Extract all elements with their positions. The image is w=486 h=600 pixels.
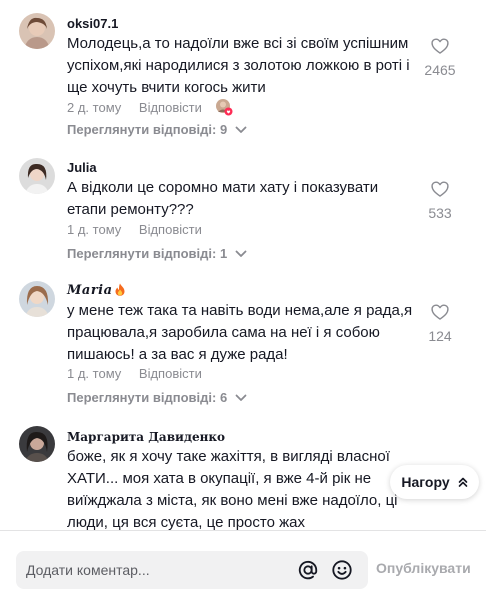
- smile-emoji-icon[interactable]: [331, 559, 353, 581]
- chevron-down-icon: [235, 246, 247, 257]
- comment-item: Julia А відколи це соромно мати хату і п…: [0, 150, 486, 268]
- comment-time: 1 д. тому: [67, 366, 122, 381]
- reply-button[interactable]: Відповісти: [139, 366, 202, 381]
- view-replies-label: Переглянути відповіді: 9: [67, 122, 228, 137]
- comment-text: Молодець,а то надоїли вже всі зі своїм у…: [67, 35, 410, 96]
- reply-button[interactable]: Відповісти: [139, 100, 202, 115]
- comment-username-text: 𝑴𝒂𝒓𝒊𝒂: [67, 283, 113, 298]
- avatar[interactable]: [19, 13, 55, 49]
- avatar[interactable]: [19, 281, 55, 317]
- comment-username[interactable]: oksi07.1: [67, 16, 118, 31]
- comment-text: А відколи це соромно мати хату і показув…: [67, 179, 379, 218]
- view-replies-label: Переглянути відповіді: 6: [67, 390, 228, 405]
- like-count: 124: [428, 328, 452, 344]
- comment-item: 𝑴𝒂𝒓𝒊𝒂 у мене теж така та навіть води нем…: [0, 268, 486, 416]
- post-button[interactable]: Опублікувати: [376, 560, 471, 576]
- comment-item: oksi07.1 Молодець,а то надоїли вже всі з…: [0, 0, 486, 150]
- comment-username[interactable]: Маргарита Давиденко: [67, 430, 225, 444]
- chevron-down-icon: [235, 390, 247, 401]
- heart-icon[interactable]: [430, 179, 450, 199]
- comment-text: у мене теж така та навіть води нема,але …: [67, 302, 413, 363]
- like-block: 2465: [414, 36, 466, 78]
- at-sign-icon[interactable]: [297, 559, 319, 581]
- view-replies-label: Переглянути відповіді: 1: [67, 246, 228, 261]
- comment-username[interactable]: 𝑴𝒂𝒓𝒊𝒂: [67, 283, 126, 298]
- avatar[interactable]: [19, 426, 55, 462]
- like-count: 533: [428, 205, 452, 221]
- comment-meta: 2 д. тому Відповісти: [67, 98, 233, 116]
- like-count: 2465: [424, 62, 456, 78]
- creator-liked-icon: [215, 98, 233, 116]
- avatar[interactable]: [19, 158, 55, 194]
- view-replies-button[interactable]: Переглянути відповіді: 6: [67, 390, 247, 405]
- view-replies-button[interactable]: Переглянути відповіді: 1: [67, 246, 247, 261]
- back-to-top-button[interactable]: Нагору: [390, 465, 479, 499]
- comment-username[interactable]: Julia: [67, 160, 97, 175]
- comment-meta: 1 д. тому Відповісти: [67, 366, 202, 381]
- comment-input[interactable]: [26, 551, 286, 589]
- comment-input-box[interactable]: [16, 551, 368, 589]
- heart-icon[interactable]: [430, 302, 450, 322]
- comment-time: 2 д. тому: [67, 100, 122, 115]
- comment-composer: Опублікувати: [0, 530, 486, 600]
- like-block: 124: [414, 302, 466, 344]
- comment-text: боже, як я хочу таке жахіття, в вигляді …: [67, 448, 398, 530]
- back-to-top-label: Нагору: [401, 474, 450, 490]
- fire-emoji-icon: [114, 283, 126, 296]
- chevron-down-icon: [235, 122, 247, 133]
- heart-icon[interactable]: [430, 36, 450, 56]
- comment-time: 1 д. тому: [67, 222, 122, 237]
- comment-meta: 1 д. тому Відповісти: [67, 222, 202, 237]
- chevron-up-double-icon: [458, 477, 467, 487]
- reply-button[interactable]: Відповісти: [139, 222, 202, 237]
- view-replies-button[interactable]: Переглянути відповіді: 9: [67, 122, 247, 137]
- comment-list[interactable]: oksi07.1 Молодець,а то надоїли вже всі з…: [0, 0, 486, 530]
- like-block: 533: [414, 179, 466, 221]
